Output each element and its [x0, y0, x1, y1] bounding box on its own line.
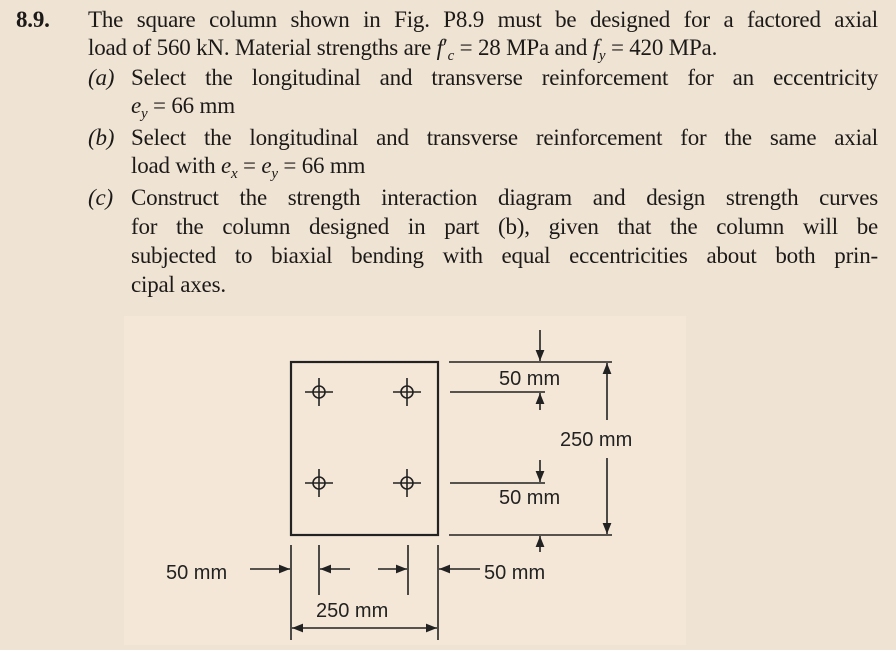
- column-section-diagram: 50 mm 250 mm 50 mm 50 mm 50 mm 250 mm: [166, 330, 632, 640]
- part-b-line-2: load with ex = ey = 66 mm: [131, 153, 366, 182]
- part-c-line-1: Construct the strength interaction diagr…: [131, 185, 878, 210]
- dim-right-cover-label: 50 mm: [484, 562, 545, 584]
- part-c-line-3: subjected to biaxial bending with equal …: [131, 243, 878, 268]
- column-outline: [289, 360, 440, 537]
- dim-width-label: 250 mm: [316, 600, 388, 622]
- dim-left-cover-label: 50 mm: [166, 562, 227, 584]
- rebar-icon: [305, 469, 333, 497]
- part-c-line-4: cipal axes.: [131, 272, 226, 297]
- figure-p8-9: 50 mm 250 mm 50 mm 50 mm 50 mm 250 mm: [124, 316, 686, 645]
- rebar-icon: [393, 469, 421, 497]
- problem-number: 8.9.: [16, 7, 50, 32]
- rebar-bars: [305, 378, 421, 497]
- part-c-line-2: for the column designed in part (b), giv…: [131, 214, 878, 239]
- part-c-label: (c): [88, 185, 113, 210]
- part-a-line-2: ey = 66 mm: [131, 93, 235, 122]
- part-a-label: (a): [88, 65, 115, 90]
- intro-line-2: load of 560 kN. Material strengths are f…: [88, 35, 718, 64]
- dim-height-label: 250 mm: [560, 429, 632, 451]
- rebar-icon: [305, 378, 333, 406]
- dim-bottom-cover-label: 50 mm: [499, 487, 560, 509]
- part-b-label: (b): [88, 125, 115, 150]
- part-b-line-1: Select the longitudinal and transverse r…: [131, 125, 878, 150]
- part-a-line-1: Select the longitudinal and transverse r…: [131, 65, 878, 90]
- dim-top-cover-label: 50 mm: [499, 368, 560, 390]
- rebar-icon: [393, 378, 421, 406]
- intro-line-1: The square column shown in Fig. P8.9 mus…: [88, 7, 878, 32]
